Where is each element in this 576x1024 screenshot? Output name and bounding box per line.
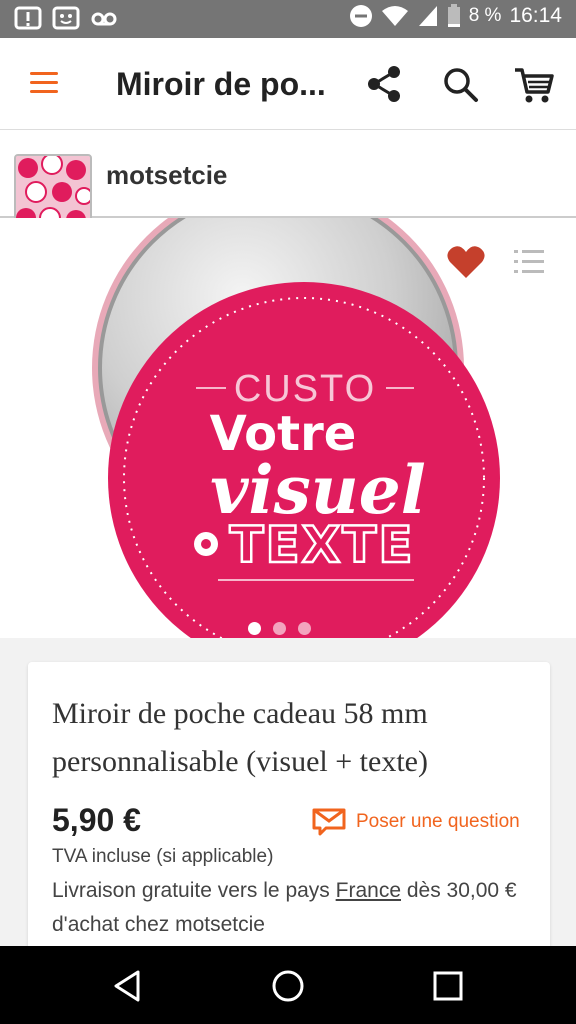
favorite-heart-icon[interactable] [446,244,486,280]
ask-question-button[interactable]: Poser une question [312,808,520,836]
product-info-card: Miroir de poche cadeau 58 mm personnalis… [28,662,550,952]
back-icon[interactable] [108,966,148,1006]
recents-icon[interactable] [428,966,468,1006]
product-image: CUSTO Votre visuel TEXTE [0,218,576,638]
product-price: 5,90 € [52,802,141,838]
menu-icon[interactable] [30,70,60,96]
battery-percentage: 8 % [468,5,502,26]
shop-header[interactable]: motsetcie [0,130,576,232]
carousel-dot-3[interactable] [298,622,311,635]
image-text-texte: TEXTE [229,516,414,574]
carousel-dots [248,622,311,635]
home-icon[interactable] [268,966,308,1006]
notification-alert-icon [14,6,42,30]
carousel-dot-2[interactable] [273,622,286,635]
notification-message-icon [52,6,80,30]
cart-icon[interactable] [512,62,556,106]
wifi-icon [381,6,408,26]
shipping-country-link[interactable]: France [336,879,401,902]
product-title: Miroir de poche cadeau 58 mm personnalis… [52,697,428,778]
clock: 16:14 [509,4,562,27]
ask-question-label: Poser une question [356,811,520,832]
shipping-text-pre: Livraison gratuite vers le pays [52,879,336,902]
cell-signal-icon [418,6,437,26]
search-icon[interactable] [438,62,482,106]
battery-icon [447,4,460,27]
do-not-disturb-icon [349,5,372,27]
shipping-info: Livraison gratuite vers le pays France d… [52,874,542,942]
app-bar: Miroir de po... [0,38,576,130]
add-to-list-icon[interactable] [514,248,546,276]
page-title: Miroir de po... [116,66,326,102]
voicemail-icon [91,12,117,26]
carousel-dot-1[interactable] [248,622,261,635]
tax-note: TVA incluse (si applicable) [52,846,274,867]
image-text-custo: CUSTO [234,368,376,410]
product-image-carousel[interactable]: CUSTO Votre visuel TEXTE [0,218,576,638]
share-icon[interactable] [362,62,406,106]
shop-name[interactable]: motsetcie [106,160,227,191]
status-bar: 8 % 16:14 [0,0,576,38]
system-navigation-bar [0,946,576,1024]
envelope-icon [312,808,346,836]
